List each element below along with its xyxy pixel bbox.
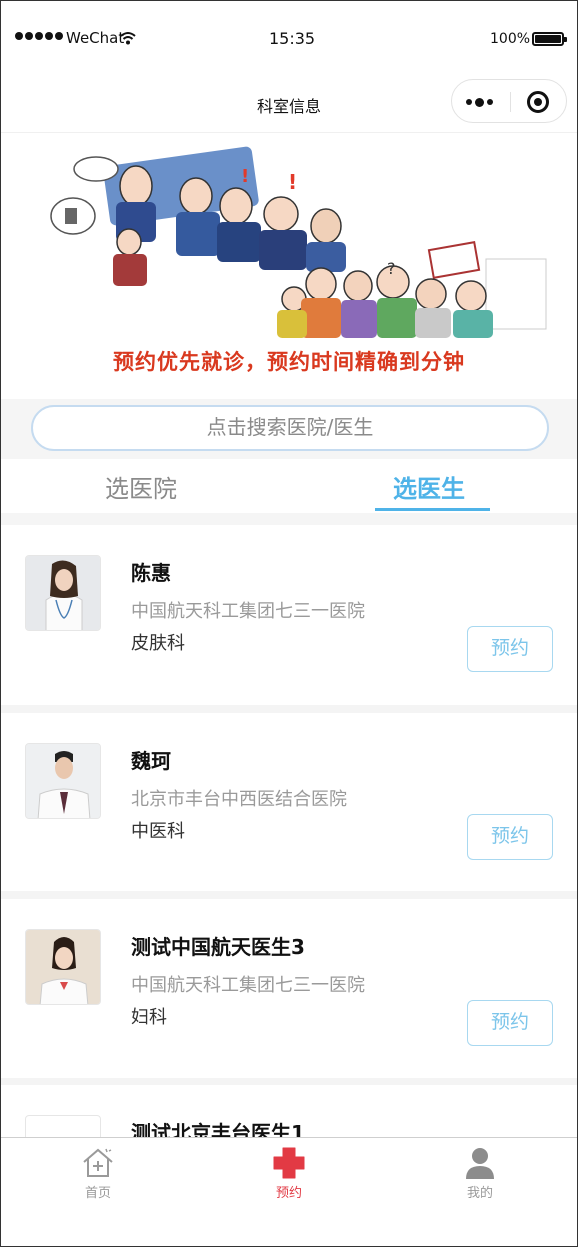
book-button[interactable]: 预约 — [467, 626, 553, 672]
banner-slogan: 预约优先就诊，预约时间精确到分钟 — [113, 349, 465, 374]
svg-text:!: ! — [288, 170, 297, 194]
banner[interactable]: ! ! ? 预约优先就诊，预约时间精确到分钟 — [1, 134, 577, 399]
list-item[interactable]: 测试中国航天医生3 中国航天科工集团七三一医院 妇科 预约 — [1, 899, 577, 1079]
carrier-label: WeChat — [66, 29, 125, 47]
doctor-department: 中医科 — [131, 821, 185, 842]
capsule-divider — [510, 92, 511, 112]
red-cross-icon — [273, 1147, 305, 1179]
doctor-hospital: 北京市丰台中西医结合医院 — [131, 789, 347, 810]
battery-icon — [532, 32, 567, 46]
list-item[interactable]: 魏珂 北京市丰台中西医结合医院 中医科 预约 — [1, 713, 577, 893]
signal-icon — [15, 32, 63, 40]
doctor-avatar — [25, 1115, 101, 1137]
divider — [1, 891, 577, 899]
user-icon — [466, 1148, 494, 1179]
tab-appointment-label: 预约 — [275, 1186, 302, 1201]
active-tab-indicator — [375, 508, 490, 511]
more-icon[interactable] — [466, 97, 493, 107]
tab-mine[interactable]: 我的 — [430, 1146, 530, 1201]
list-item[interactable]: 测试北京丰台医生1 — [1, 1085, 577, 1137]
nav-bar: 科室信息 — [1, 75, 577, 133]
clock: 15:35 — [269, 29, 316, 48]
wifi-icon — [120, 32, 136, 45]
book-button[interactable]: 预约 — [467, 1000, 553, 1046]
doctor-name: 陈惠 — [131, 561, 171, 585]
doctor-avatar — [25, 743, 101, 819]
doctor-name: 魏珂 — [131, 749, 171, 773]
svg-text:?: ? — [387, 259, 396, 278]
tab-select-doctor[interactable]: 选医生 — [393, 469, 465, 504]
doctor-name: 测试中国航天医生3 — [131, 935, 305, 959]
close-target-icon[interactable] — [527, 91, 549, 113]
search-input[interactable]: 点击搜索医院/医生 — [31, 405, 549, 451]
status-bar: WeChat 15:35 100% — [1, 1, 577, 75]
doctor-avatar — [25, 555, 101, 631]
doctor-hospital: 中国航天科工集团七三一医院 — [131, 601, 365, 622]
book-button[interactable]: 预约 — [467, 814, 553, 860]
list-item[interactable]: 陈惠 中国航天科工集团七三一医院 皮肤科 预约 — [1, 525, 577, 705]
doctor-list: 陈惠 中国航天科工集团七三一医院 皮肤科 预约 魏珂 北京市丰台中西医结合医院 … — [1, 525, 577, 1137]
doctor-name: 测试北京丰台医生1 — [131, 1121, 305, 1137]
doctor-hospital: 中国航天科工集团七三一医院 — [131, 975, 365, 996]
banner-illustration: ! ! ? — [50, 146, 547, 338]
tab-bar-top: 选医院 选医生 — [1, 459, 577, 513]
home-icon — [83, 1148, 113, 1177]
divider — [1, 705, 577, 713]
tab-select-hospital[interactable]: 选医院 — [105, 469, 177, 504]
section-spacer — [1, 513, 577, 525]
doctor-department: 皮肤科 — [131, 633, 185, 654]
doctor-avatar — [25, 929, 101, 1005]
tab-appointment[interactable]: 预约 — [239, 1146, 339, 1201]
mini-program-capsule — [451, 79, 567, 123]
bottom-tab-bar: 首页 预约 我的 — [1, 1137, 577, 1246]
search-section: 点击搜索医院/医生 — [1, 399, 577, 459]
battery-percent: 100% — [490, 31, 531, 47]
tab-home[interactable]: 首页 — [48, 1146, 148, 1201]
tab-mine-label: 我的 — [466, 1186, 493, 1201]
doctor-department: 妇科 — [131, 1007, 167, 1028]
svg-text:!: ! — [241, 166, 249, 187]
phone-screen: WeChat 15:35 100% 科室信息 ! ! ? 预约优先就诊，预约时间… — [0, 0, 578, 1247]
tab-home-label: 首页 — [84, 1186, 111, 1201]
